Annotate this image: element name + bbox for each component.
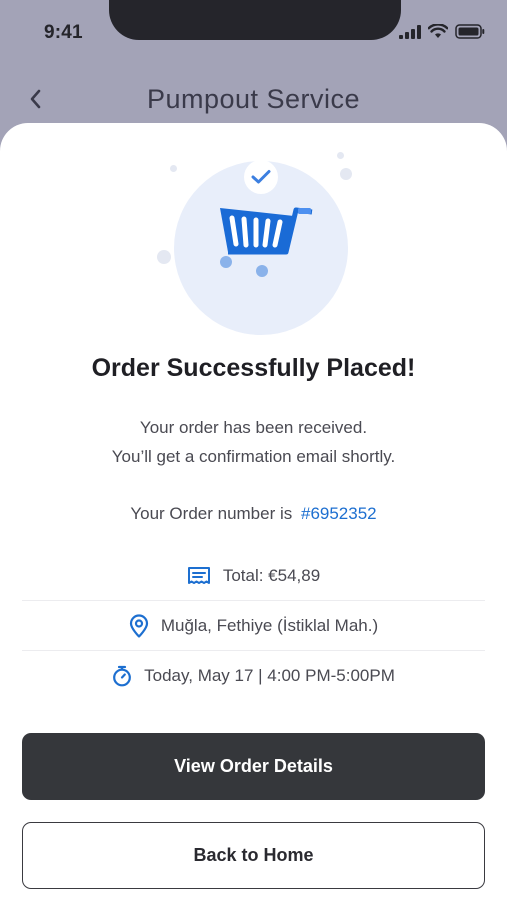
signal-icon bbox=[399, 24, 421, 39]
checkmark-icon bbox=[251, 170, 271, 184]
view-order-details-button[interactable]: View Order Details bbox=[22, 733, 485, 800]
battery-icon bbox=[455, 24, 485, 39]
status-time: 9:41 bbox=[44, 22, 83, 43]
total-row: Total: €54,89 bbox=[22, 551, 485, 601]
order-illustration bbox=[150, 140, 360, 335]
delivery-location: Muğla, Fethiye (İstiklal Mah.) bbox=[160, 616, 379, 635]
message-line-2: You’ll get a confirmation email shortly. bbox=[111, 447, 396, 466]
status-icons bbox=[399, 24, 485, 39]
order-number-label: Your Order number is bbox=[130, 504, 293, 523]
wifi-icon bbox=[428, 24, 448, 38]
decor-dot bbox=[340, 168, 352, 180]
schedule-row: Today, May 17 | 4:00 PM-5:00PM bbox=[22, 651, 485, 701]
order-number-link[interactable]: #6952352 bbox=[301, 504, 377, 523]
location-row: Muğla, Fethiye (İstiklal Mah.) bbox=[22, 601, 485, 651]
delivery-schedule: Today, May 17 | 4:00 PM-5:00PM bbox=[144, 666, 395, 685]
decor-dot bbox=[170, 165, 177, 172]
device-notch bbox=[109, 0, 401, 40]
back-to-home-button[interactable]: Back to Home bbox=[22, 822, 485, 889]
decor-dot bbox=[337, 152, 344, 159]
success-title: Order Successfully Placed! bbox=[91, 354, 416, 382]
order-number-row: Your Order number is #6952352 bbox=[0, 504, 507, 524]
order-total: Total: €54,89 bbox=[222, 566, 321, 585]
status-bar: 9:41 bbox=[0, 0, 507, 70]
timer-icon bbox=[113, 665, 132, 687]
app-header: Pumpout Service bbox=[0, 70, 507, 130]
shopping-cart-icon bbox=[220, 207, 313, 277]
page-title: Pumpout Service bbox=[146, 84, 361, 114]
location-pin-icon bbox=[129, 614, 148, 638]
message-line-1: Your order has been received. bbox=[139, 418, 368, 437]
confirmation-message: Your order has been received. You’ll get… bbox=[0, 413, 507, 471]
decor-dot bbox=[157, 250, 171, 264]
check-badge bbox=[244, 160, 278, 194]
receipt-icon bbox=[187, 567, 210, 584]
